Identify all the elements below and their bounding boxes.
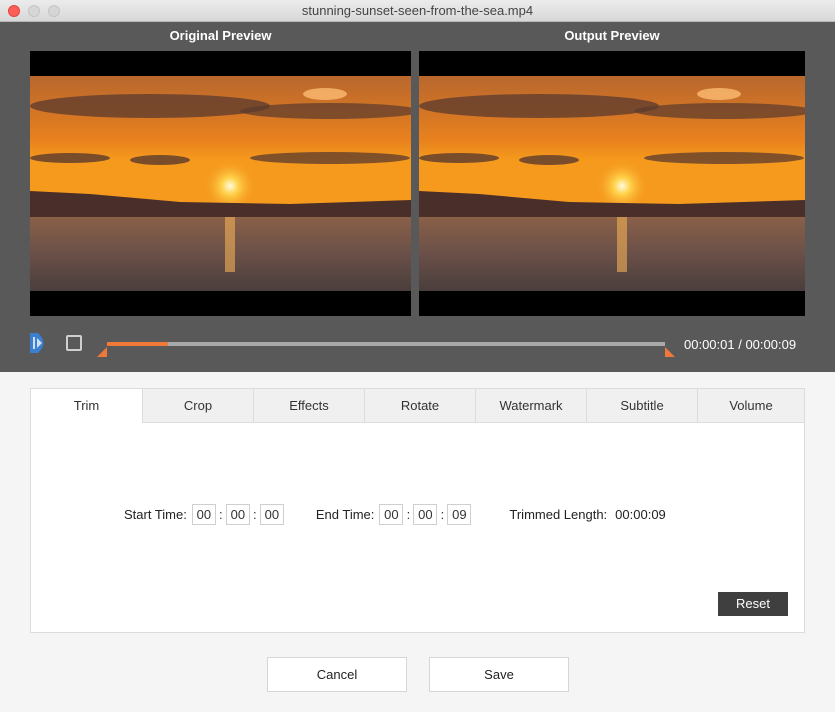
timecode-readout: 00:00:01 / 00:00:09	[684, 337, 797, 352]
end-time-label: End Time:	[315, 506, 375, 522]
cancel-button[interactable]: Cancel	[267, 657, 407, 692]
original-preview-video	[30, 51, 411, 316]
trim-start-handle[interactable]	[97, 347, 107, 357]
tab-rotate[interactable]: Rotate	[364, 389, 475, 423]
tab-trim[interactable]: Trim	[31, 389, 142, 423]
save-button[interactable]: Save	[429, 657, 569, 692]
tab-volume[interactable]: Volume	[697, 389, 804, 423]
tab-crop[interactable]: Crop	[142, 389, 253, 423]
tab-subtitle[interactable]: Subtitle	[586, 389, 697, 423]
preview-area: Original Preview Output Preview 00:00:01…	[0, 22, 835, 372]
time-separator: :	[219, 506, 223, 522]
original-preview-frame	[30, 76, 411, 291]
timeline-track[interactable]	[107, 342, 665, 346]
start-minutes-field[interactable]	[225, 503, 250, 525]
end-minutes-field[interactable]	[413, 503, 438, 525]
time-separator: :	[406, 506, 411, 522]
end-hours-field[interactable]	[379, 503, 404, 525]
output-preview-label: Output Preview	[564, 28, 660, 43]
title-bar: stunning-sunset-seen-from-the-sea.mp4	[0, 0, 835, 22]
window-title: stunning-sunset-seen-from-the-sea.mp4	[301, 3, 534, 18]
trim-end-handle[interactable]	[665, 347, 675, 357]
edit-tabs: Trim Crop Effects Rotate Watermark Subti…	[31, 389, 804, 423]
tab-effects[interactable]: Effects	[253, 389, 364, 423]
trimmed-length-value: 00:00:09	[615, 506, 666, 522]
tab-watermark[interactable]: Watermark	[475, 389, 586, 423]
output-preview-video	[419, 51, 805, 316]
play-icon	[30, 333, 44, 353]
time-separator: :	[253, 506, 257, 522]
stop-button[interactable]	[66, 335, 82, 351]
end-seconds-field[interactable]	[447, 503, 472, 525]
play-button[interactable]	[28, 331, 50, 355]
output-preview-frame	[419, 76, 805, 291]
start-seconds-field[interactable]	[259, 503, 284, 525]
reset-button[interactable]: Reset	[718, 592, 788, 616]
original-preview-label: Original Preview	[169, 28, 272, 43]
start-time-label: Start Time:	[124, 506, 187, 522]
timeline-progress	[107, 342, 169, 346]
time-separator: :	[440, 506, 445, 522]
edit-panel: Trim Crop Effects Rotate Watermark Subti…	[30, 388, 805, 633]
start-hours-field[interactable]	[191, 503, 216, 525]
trim-controls: Start Time: : : End Time: : : Trimmed Le…	[124, 503, 666, 525]
trimmed-length-label: Trimmed Length:	[509, 506, 608, 522]
